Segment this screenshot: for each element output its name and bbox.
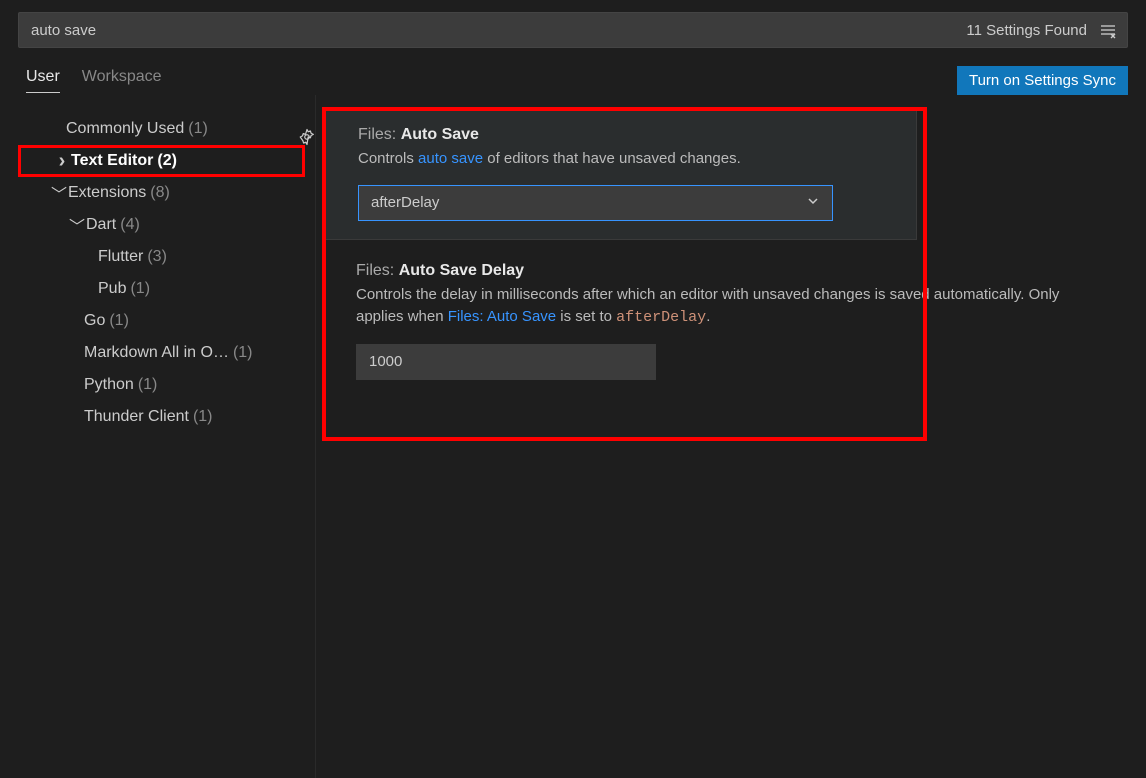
sidebar-item-count: (1) (233, 344, 253, 362)
select-value: afterDelay (371, 194, 439, 211)
settings-main: Files: Auto Save Controls auto save of e… (316, 95, 1128, 778)
sidebar-item-label: Flutter (98, 248, 143, 266)
sidebar-item-count: (1) (188, 120, 208, 138)
sidebar-item-label: Thunder Client (84, 408, 189, 426)
tab-workspace[interactable]: Workspace (82, 68, 162, 93)
sidebar-item-count: (1) (109, 312, 129, 330)
auto-save-delay-input[interactable] (356, 344, 656, 380)
auto-save-link[interactable]: auto save (418, 150, 483, 167)
chevron-down-icon (806, 194, 820, 212)
gear-icon[interactable] (298, 128, 316, 149)
sidebar-item-count: (1) (138, 376, 158, 394)
settings-sync-button[interactable]: Turn on Settings Sync (957, 66, 1128, 95)
sidebar-item-markdown-all-in-o-[interactable]: Markdown All in O… (1) (18, 337, 305, 369)
tabs-row: User Workspace Turn on Settings Sync (18, 66, 1128, 95)
sidebar-item-count: (4) (120, 216, 140, 234)
setting-files-auto-save: Files: Auto Save Controls auto save of e… (322, 107, 917, 240)
sidebar-item-label: Python (84, 376, 134, 394)
sidebar-item-count: (1) (193, 408, 213, 426)
sidebar-item-label: Commonly Used (66, 120, 184, 138)
setting-files-auto-save-delay: Files: Auto Save Delay Controls the dela… (322, 240, 1112, 398)
sidebar-item-label: Pub (98, 280, 126, 298)
search-input[interactable] (31, 22, 966, 39)
sidebar-item-pub[interactable]: Pub (1) (18, 273, 305, 305)
chevron-down-icon: ﹀ (68, 213, 86, 237)
setting-description: Controls the delay in milliseconds after… (356, 284, 1090, 330)
sidebar-item-commonly-used[interactable]: Commonly Used (1) (18, 113, 305, 145)
chevron-right-icon: › (53, 150, 71, 173)
setting-title: Files: Auto Save Delay (356, 262, 1090, 280)
title-main: Auto Save Delay (399, 262, 524, 279)
sidebar-item-thunder-client[interactable]: Thunder Client (1) (18, 401, 305, 433)
title-prefix: Files: (358, 126, 396, 143)
sidebar-item-text-editor[interactable]: ›Text Editor (2) (18, 145, 305, 177)
chevron-down-icon: ﹀ (50, 181, 68, 205)
search-bar: 11 Settings Found (18, 12, 1128, 48)
sidebar-item-go[interactable]: Go (1) (18, 305, 305, 337)
sidebar-item-count: (3) (147, 248, 167, 266)
code-afterdelay: afterDelay (616, 309, 706, 326)
sidebar-item-label: Go (84, 312, 105, 330)
search-results-count: 11 Settings Found (966, 22, 1087, 39)
tab-user[interactable]: User (26, 68, 60, 93)
title-main: Auto Save (401, 126, 479, 143)
title-prefix: Files: (356, 262, 394, 279)
setting-title: Files: Auto Save (358, 126, 894, 144)
sidebar-item-python[interactable]: Python (1) (18, 369, 305, 401)
setting-description: Controls auto save of editors that have … (358, 148, 894, 171)
sidebar-item-label: Markdown All in O… (84, 344, 229, 362)
sidebar-item-label: Dart (86, 216, 116, 234)
sidebar-item-extensions[interactable]: ﹀Extensions (8) (18, 177, 305, 209)
sidebar-item-count: (8) (150, 184, 170, 202)
sidebar-item-label: Extensions (68, 184, 146, 202)
sidebar-item-count: (1) (130, 280, 150, 298)
sidebar-item-label: Text Editor (71, 152, 153, 170)
settings-sidebar: Commonly Used (1)›Text Editor (2)﹀Extens… (18, 95, 316, 778)
sidebar-item-dart[interactable]: ﹀Dart (4) (18, 209, 305, 241)
files-auto-save-link[interactable]: Files: Auto Save (448, 308, 556, 325)
filter-icon[interactable] (1097, 19, 1119, 41)
sidebar-item-count: (2) (157, 152, 177, 170)
sidebar-item-flutter[interactable]: Flutter (3) (18, 241, 305, 273)
auto-save-select[interactable]: afterDelay (358, 185, 833, 221)
